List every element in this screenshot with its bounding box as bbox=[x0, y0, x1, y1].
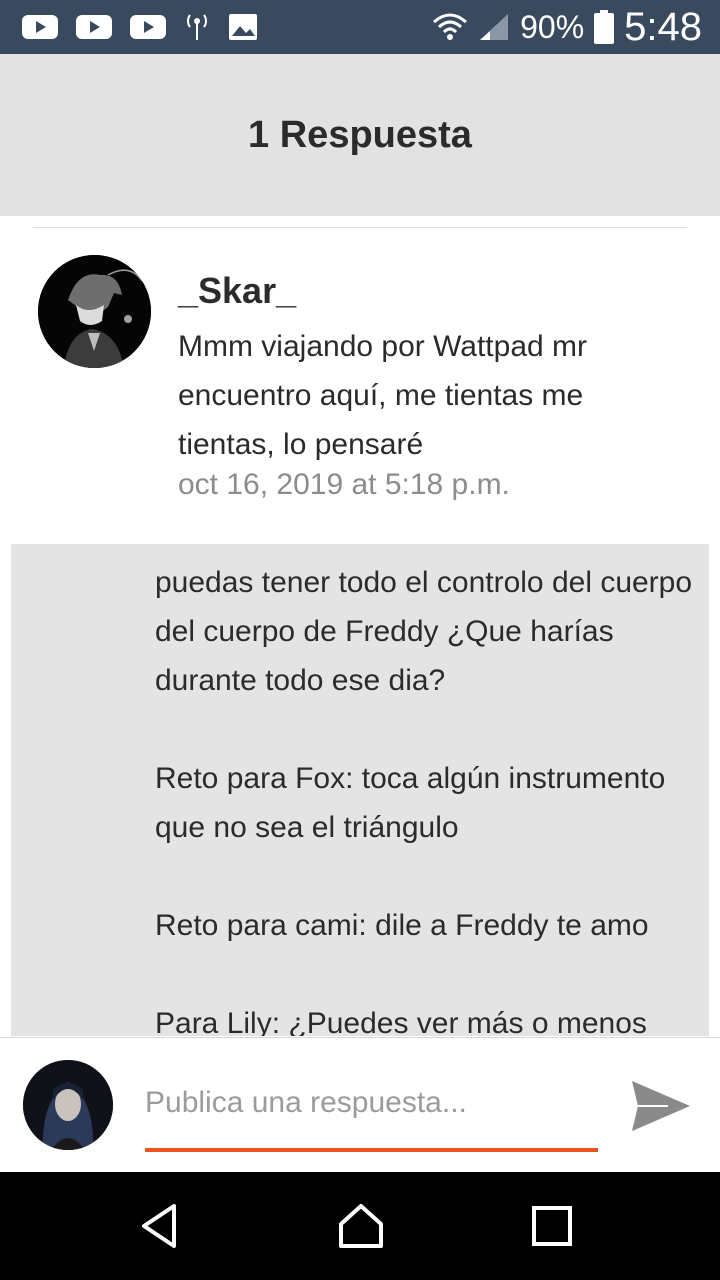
system-nav-bar bbox=[0, 1172, 720, 1280]
youtube-icon bbox=[130, 15, 166, 39]
image-icon bbox=[228, 13, 258, 41]
back-button[interactable] bbox=[134, 1200, 186, 1252]
page-title: 1 Respuesta bbox=[248, 113, 472, 156]
quoted-post[interactable]: puedas tener todo el controlo del cuerpo… bbox=[11, 544, 709, 1036]
status-bar: 90% 5:48 bbox=[0, 0, 720, 54]
battery-icon bbox=[594, 10, 615, 44]
hotspot-icon bbox=[184, 12, 210, 42]
comment-author[interactable]: _Skar_ bbox=[178, 270, 296, 312]
comment-text: Mmm viajando por Wattpad mr encuentro aq… bbox=[178, 330, 588, 461]
reply-bar bbox=[0, 1037, 720, 1172]
system-indicators: 90% 5:48 bbox=[432, 4, 702, 49]
quoted-post-body: puedas tener todo el controlo del cuerpo… bbox=[155, 558, 695, 1036]
screen: 90% 5:48 1 Respuesta _Skar_ Mmm viajando… bbox=[0, 0, 720, 1280]
recent-apps-button[interactable] bbox=[526, 1200, 578, 1252]
recent-apps-icon bbox=[532, 1206, 572, 1246]
home-button[interactable] bbox=[335, 1200, 387, 1252]
quoted-paragraph: Reto para cami: dile a Freddy te amo bbox=[155, 909, 649, 942]
clock: 5:48 bbox=[624, 4, 702, 49]
youtube-icon bbox=[76, 15, 112, 39]
back-icon bbox=[142, 1204, 176, 1248]
battery-percent: 90% bbox=[520, 8, 585, 45]
notification-icons bbox=[22, 10, 258, 44]
divider bbox=[33, 227, 687, 228]
quoted-paragraph: Para Lily: ¿Puedes ver más o menos bbox=[155, 1007, 647, 1036]
quoted-paragraph: puedas tener todo el controlo del cuerpo… bbox=[155, 566, 693, 697]
reply-input-underline bbox=[145, 1148, 598, 1152]
home-icon bbox=[339, 1204, 383, 1248]
user-avatar[interactable] bbox=[23, 1060, 113, 1150]
signal-icon bbox=[478, 12, 510, 42]
comment-timestamp: oct 16, 2019 at 5:18 p.m. bbox=[178, 468, 510, 501]
send-button[interactable] bbox=[628, 1073, 694, 1139]
wifi-icon bbox=[432, 12, 468, 42]
author-avatar[interactable] bbox=[38, 255, 151, 368]
youtube-icon bbox=[22, 15, 58, 39]
page-header: 1 Respuesta bbox=[0, 54, 720, 216]
reply-input[interactable] bbox=[145, 1078, 597, 1128]
comment: _Skar_ Mmm viajando por Wattpad mr encue… bbox=[0, 240, 720, 540]
send-icon bbox=[632, 1081, 690, 1131]
quoted-paragraph: Reto para Fox: toca algún instrumento qu… bbox=[155, 762, 666, 844]
